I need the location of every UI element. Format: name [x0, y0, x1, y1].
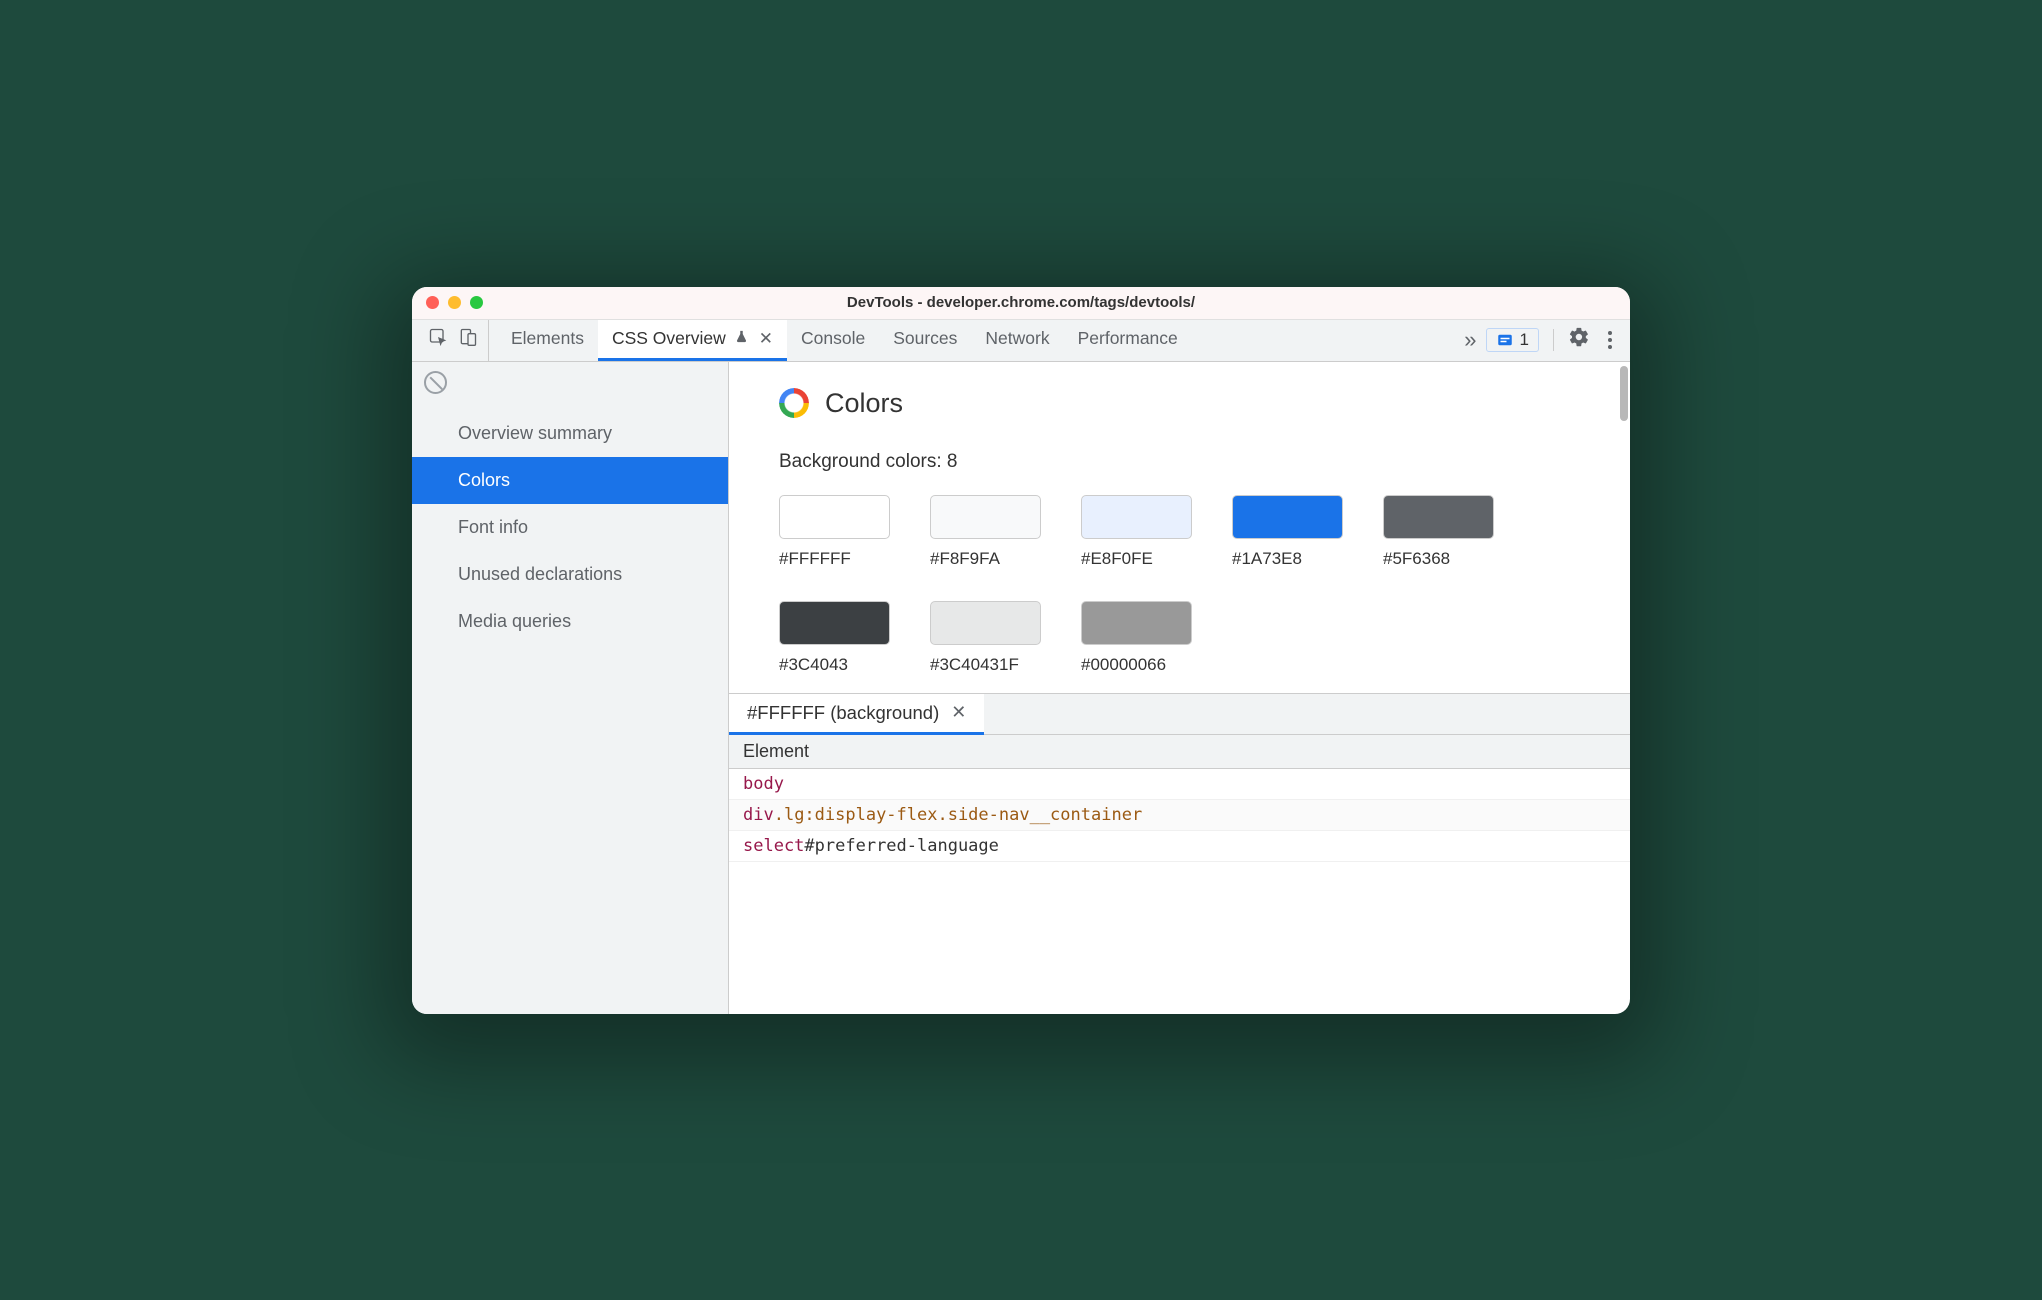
issues-badge[interactable]: 1	[1486, 328, 1539, 352]
color-swatch[interactable]: #E8F0FE	[1081, 495, 1192, 569]
clear-icon[interactable]	[424, 371, 447, 394]
swatch-label: #1A73E8	[1232, 549, 1343, 569]
window-close-button[interactable]	[426, 296, 439, 309]
color-swatch[interactable]: #00000066	[1081, 601, 1192, 675]
details-tab[interactable]: #FFFFFF (background) ✕	[729, 694, 984, 735]
swatch-chip	[779, 601, 890, 645]
swatch-label: #E8F0FE	[1081, 549, 1192, 569]
window-maximize-button[interactable]	[470, 296, 483, 309]
divider	[1553, 329, 1554, 351]
issues-icon	[1496, 331, 1514, 349]
toolbar-leading-icons	[418, 320, 489, 361]
tab-label: CSS Overview	[612, 328, 726, 349]
main-panel: Colors Background colors: 8 #FFFFFF #F8F9…	[729, 362, 1630, 1014]
tab-label: Elements	[511, 328, 584, 349]
section-header: Colors	[779, 388, 1592, 419]
swatch-label: #00000066	[1081, 655, 1192, 675]
swatch-chip	[1081, 601, 1192, 645]
background-colors-label: Background colors: 8	[779, 451, 1592, 473]
details-tab-label: #FFFFFF (background)	[747, 702, 939, 724]
tab-label: Console	[801, 328, 865, 349]
color-swatch[interactable]: #FFFFFF	[779, 495, 890, 569]
color-swatch[interactable]: #3C40431F	[930, 601, 1041, 675]
tab-console[interactable]: Console	[787, 320, 879, 361]
settings-icon[interactable]	[1568, 326, 1590, 354]
device-toggle-icon[interactable]	[458, 327, 478, 353]
swatch-chip	[930, 495, 1041, 539]
swatch-chip	[1383, 495, 1494, 539]
swatch-label: #5F6368	[1383, 549, 1494, 569]
scrollbar-thumb[interactable]	[1620, 366, 1628, 421]
swatch-label: #FFFFFF	[779, 549, 890, 569]
details-tabs: #FFFFFF (background) ✕	[729, 694, 1630, 735]
more-menu-icon[interactable]	[1604, 331, 1616, 349]
swatch-chip	[1232, 495, 1343, 539]
panel-body: Overview summaryColorsFont infoUnused de…	[412, 362, 1630, 1014]
toolbar-right: » 1	[1464, 320, 1624, 361]
close-icon[interactable]: ✕	[759, 330, 773, 347]
tab-label: Network	[985, 328, 1049, 349]
main-toolbar: Elements CSS Overview ✕ Console Sources Netwo…	[412, 320, 1630, 362]
element-rows: body div.lg:display-flex.side-nav__contai…	[729, 769, 1630, 862]
tab-css-overview[interactable]: CSS Overview ✕	[598, 320, 787, 361]
color-swatch[interactable]: #1A73E8	[1232, 495, 1343, 569]
window-minimize-button[interactable]	[448, 296, 461, 309]
sidebar-item-colors[interactable]: Colors	[412, 457, 728, 504]
color-swatch[interactable]: #F8F9FA	[930, 495, 1041, 569]
sidebar: Overview summaryColorsFont infoUnused de…	[412, 362, 729, 1014]
panel-tabs: Elements CSS Overview ✕ Console Sources Netwo…	[497, 320, 1192, 361]
details-panel: #FFFFFF (background) ✕ Element body div.l…	[729, 693, 1630, 862]
swatch-label: #3C40431F	[930, 655, 1041, 675]
swatch-chip	[930, 601, 1041, 645]
color-swatch[interactable]: #3C4043	[779, 601, 890, 675]
token-id: #preferred-language	[804, 836, 998, 856]
swatch-chip	[779, 495, 890, 539]
devtools-window: DevTools - developer.chrome.com/tags/dev…	[412, 287, 1630, 1014]
element-row[interactable]: div.lg:display-flex.side-nav__container	[729, 800, 1630, 831]
swatch-chip	[1081, 495, 1192, 539]
element-row[interactable]: select#preferred-language	[729, 831, 1630, 862]
issues-count: 1	[1520, 330, 1529, 350]
color-swatch[interactable]: #5F6368	[1383, 495, 1494, 569]
token-tag: body	[743, 774, 784, 794]
sidebar-item-overview-summary[interactable]: Overview summary	[412, 410, 728, 457]
more-tabs-icon[interactable]: »	[1464, 327, 1471, 353]
token-tag: select	[743, 836, 804, 856]
tab-elements[interactable]: Elements	[497, 320, 598, 361]
colors-ring-icon	[779, 388, 809, 418]
window-title: DevTools - developer.chrome.com/tags/dev…	[412, 294, 1630, 311]
sidebar-item-media-queries[interactable]: Media queries	[412, 598, 728, 645]
table-column-header: Element	[729, 735, 1630, 769]
sidebar-item-font-info[interactable]: Font info	[412, 504, 728, 551]
sidebar-header	[412, 362, 728, 404]
swatch-grid: #FFFFFF #F8F9FA #E8F0FE #1A73E8 #5F6368 #3C40…	[779, 495, 1592, 675]
element-row[interactable]: body	[729, 769, 1630, 800]
token-tag: div	[743, 805, 774, 825]
tab-network[interactable]: Network	[971, 320, 1063, 361]
sidebar-item-unused-declarations[interactable]: Unused declarations	[412, 551, 728, 598]
tab-performance[interactable]: Performance	[1064, 320, 1192, 361]
close-icon[interactable]: ✕	[951, 702, 966, 723]
swatch-label: #3C4043	[779, 655, 890, 675]
colors-section: Colors Background colors: 8 #FFFFFF #F8F9…	[729, 362, 1630, 693]
window-controls	[426, 296, 483, 309]
tab-label: Sources	[893, 328, 957, 349]
tab-label: Performance	[1078, 328, 1178, 349]
token-class: .lg:display-flex.side-nav__container	[774, 805, 1142, 825]
tab-sources[interactable]: Sources	[879, 320, 971, 361]
swatch-label: #F8F9FA	[930, 549, 1041, 569]
titlebar: DevTools - developer.chrome.com/tags/dev…	[412, 287, 1630, 320]
experiment-flask-icon	[734, 328, 749, 349]
section-title: Colors	[825, 388, 903, 419]
sidebar-items: Overview summaryColorsFont infoUnused de…	[412, 404, 728, 645]
inspect-element-icon[interactable]	[428, 327, 448, 353]
